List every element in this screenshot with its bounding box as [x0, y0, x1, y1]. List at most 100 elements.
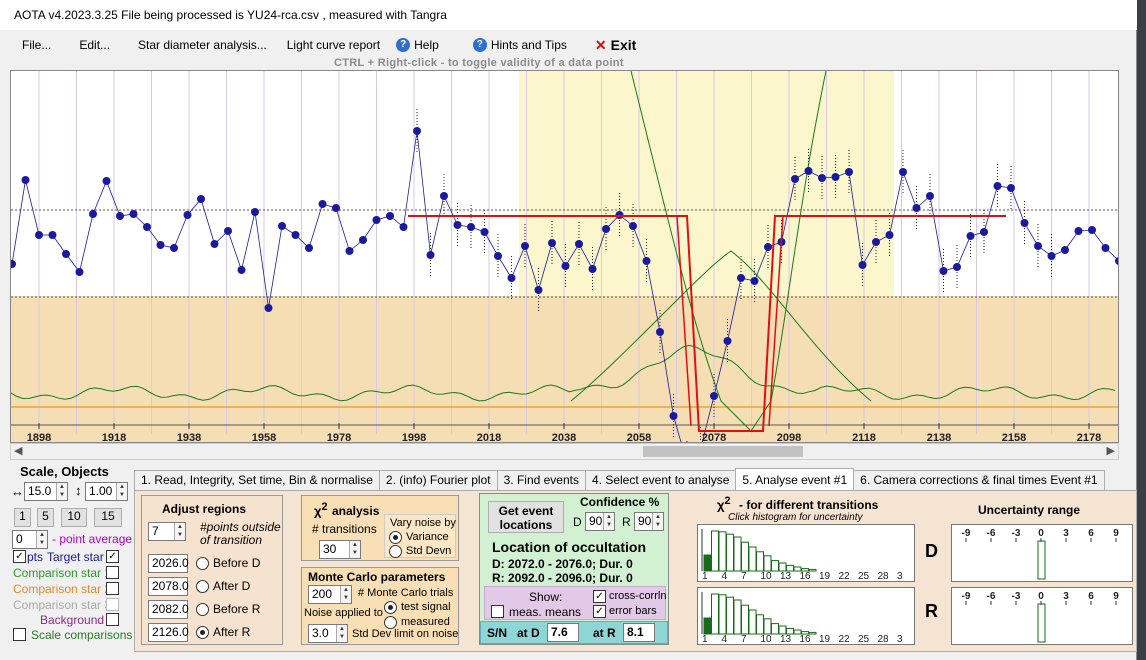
scale-x-stepper[interactable]: 15.0 ▲ ▼ [24, 482, 68, 501]
scale-comparisons-checkbox[interactable] [13, 628, 26, 641]
std-dev-limit-spin[interactable]: ▲ ▼ [336, 625, 347, 642]
avg-10-button[interactable]: 10 [61, 508, 87, 527]
tab-camera-corrections[interactable]: 6. Camera corrections & final times Even… [853, 470, 1105, 490]
menu-edit[interactable]: Edit... [71, 34, 118, 56]
tab-fourier[interactable]: 2. (info) Fourier plot [378, 470, 498, 490]
uncertainty-plot-r-svg[interactable]: -9 -6 -3 0 3 6 9 [952, 588, 1132, 644]
background-checkbox[interactable] [106, 613, 119, 626]
uncertainty-plot-d[interactable]: -9 -6 -3 0 3 6 9 [951, 524, 1133, 582]
target-star-point [1007, 184, 1015, 192]
menu-file[interactable]: File... [14, 34, 59, 56]
histogram-bar [778, 625, 787, 635]
confidence-d-stepper[interactable]: 90 ▲ ▼ [585, 512, 615, 531]
chi2-histogram-d[interactable]: 1 4 7 10 13 16 19 22 25 28 3 [697, 524, 915, 582]
target-star-point [1074, 227, 1083, 235]
avg-1-button[interactable]: 1 [14, 508, 31, 527]
tab-analyse-event[interactable]: 5. Analyse event #1 [735, 468, 855, 490]
point-average-spin[interactable]: ▲ ▼ [36, 531, 47, 548]
chi2-histogram-r-svg[interactable]: 1 4 7 10 13 16 19 22 25 28 3 [698, 588, 914, 645]
comparison-2-checkbox[interactable] [106, 582, 119, 595]
scroll-right-arrow[interactable]: ▶ [1107, 444, 1115, 457]
chi2-histogram-d-svg[interactable]: 1 4 7 10 13 16 19 22 25 28 3 [698, 525, 914, 582]
monte-carlo-trials-spin[interactable]: ▲ ▼ [340, 586, 351, 603]
histogram-bar [771, 623, 779, 635]
menu-light-curve-report[interactable]: Light curve report [279, 34, 388, 56]
sn-r-field: 8.1 [623, 623, 655, 642]
title-bar: AOTA v4.2023.3.25 File being processed i… [0, 0, 1137, 30]
target-star-point [426, 251, 435, 259]
scrollbar-thumb[interactable] [643, 446, 803, 457]
avg-5-button[interactable]: 5 [37, 508, 54, 527]
menu-help[interactable]: ? Help [388, 34, 447, 56]
scale-y-stepper[interactable]: 1.00 ▲ ▼ [85, 482, 128, 501]
error-bars-checkbox[interactable]: ✓ [593, 605, 606, 618]
analyse-event-panel: Adjust regions 7 ▲ ▼ #points outside of t… [134, 490, 1137, 652]
points-outside-stepper[interactable]: 7 ▲ ▼ [148, 522, 186, 541]
light-curve-svg[interactable]: 1898 1918 1938 1958 1978 1998 2018 2038 2058 2078… [11, 71, 1119, 443]
std-devn-radio[interactable] [389, 545, 402, 558]
toggle-hint: CTRL + Right-click - to toggle validity … [334, 57, 624, 69]
histogram-bar [741, 541, 749, 572]
target-star-point [899, 168, 907, 176]
pts-checkbox[interactable]: ✓ [13, 550, 26, 563]
x-tick-label: 2178 [1077, 432, 1101, 443]
uncertainty-plot-d-svg[interactable]: -9 -6 -3 0 3 6 9 [952, 525, 1132, 581]
histogram-tick-label: 10 [761, 571, 773, 581]
menu-star-diameter[interactable]: Star diameter analysis... [130, 34, 275, 56]
tab-select-event[interactable]: 4. Select event to analyse [584, 470, 737, 490]
scale-x-spin-buttons[interactable]: ▲ ▼ [56, 483, 67, 500]
scale-x-value: 15.0 [28, 484, 52, 498]
confidence-r-spin[interactable]: ▲ ▼ [652, 513, 663, 530]
comparison-3-checkbox[interactable] [106, 598, 119, 611]
comparison-1-checkbox[interactable] [106, 566, 119, 579]
scroll-left-arrow[interactable]: ◀ [14, 444, 22, 457]
menu-exit[interactable]: ✕ Exit [587, 34, 644, 56]
target-star-point [224, 227, 232, 235]
after-r-radio[interactable] [196, 626, 209, 639]
chi2-histogram-r[interactable]: 1 4 7 10 13 16 19 22 25 28 3 [697, 587, 915, 645]
target-star-point [143, 223, 151, 231]
before-r-field[interactable]: 2082.0 [148, 600, 189, 619]
plot-scrollbar[interactable]: ◀ ▶ [10, 443, 1119, 460]
histogram-tick-label: 3 [897, 571, 903, 581]
variance-radio[interactable] [389, 531, 402, 544]
x-tick-label: 1978 [327, 432, 351, 443]
measured-label: measured [401, 616, 450, 628]
uncertainty-tick-label: 6 [1088, 591, 1094, 602]
menu-hints[interactable]: ? Hints and Tips [465, 34, 575, 56]
get-event-locations-line1: Get event [498, 504, 554, 518]
target-star-point [372, 216, 381, 224]
after-d-field[interactable]: 2078.0 [148, 577, 189, 596]
uncertainty-tick-label: 9 [1113, 528, 1119, 539]
points-outside-spin[interactable]: ▲ ▼ [174, 523, 185, 540]
monte-carlo-title: Monte Carlo parameters [308, 570, 446, 584]
avg-15-button[interactable]: 15 [94, 508, 122, 527]
points-outside-label2: of transition [200, 533, 263, 547]
std-dev-limit-stepper[interactable]: 3.0 ▲ ▼ [308, 624, 348, 643]
scale-objects-heading: Scale, Objects [20, 464, 109, 479]
monte-carlo-trials-stepper[interactable]: 200 ▲ ▼ [308, 585, 352, 604]
tab-read-integrity[interactable]: 1. Read, Integrity, Set time, Bin & norm… [134, 470, 380, 490]
get-event-locations-button[interactable]: Get event locations [488, 501, 564, 533]
confidence-d-spin[interactable]: ▲ ▼ [603, 513, 614, 530]
point-average-stepper[interactable]: 0 ▲ ▼ [12, 530, 48, 549]
uncertainty-plot-r[interactable]: -9 -6 -3 0 3 6 9 [951, 587, 1133, 645]
transitions-stepper[interactable]: 30 ▲ ▼ [319, 540, 361, 559]
after-r-field[interactable]: 2126.0 [148, 623, 189, 642]
confidence-r-label: R [622, 515, 631, 529]
transitions-spin[interactable]: ▲ ▼ [349, 541, 360, 558]
after-d-radio[interactable] [196, 580, 209, 593]
light-curve-plot[interactable]: 1898 1918 1938 1958 1978 1998 2018 2038 2058 2078… [10, 70, 1119, 443]
tab-find-events[interactable]: 3. Find events [496, 470, 586, 490]
test-signal-radio[interactable] [384, 601, 397, 614]
before-r-radio[interactable] [196, 603, 209, 616]
meas-means-checkbox[interactable] [491, 605, 504, 618]
confidence-r-stepper[interactable]: 90 ▲ ▼ [634, 512, 664, 531]
target-star-point [737, 274, 745, 282]
before-d-field[interactable]: 2026.0 [148, 554, 189, 573]
target-star-checkbox[interactable]: ✓ [106, 550, 119, 563]
chi2-hist-subtitle: Click histogram for uncertainty [728, 512, 863, 523]
cross-corr-checkbox[interactable]: ✓ [593, 590, 606, 603]
before-d-radio[interactable] [196, 557, 209, 570]
scale-y-spin-buttons[interactable]: ▲ ▼ [116, 483, 127, 500]
